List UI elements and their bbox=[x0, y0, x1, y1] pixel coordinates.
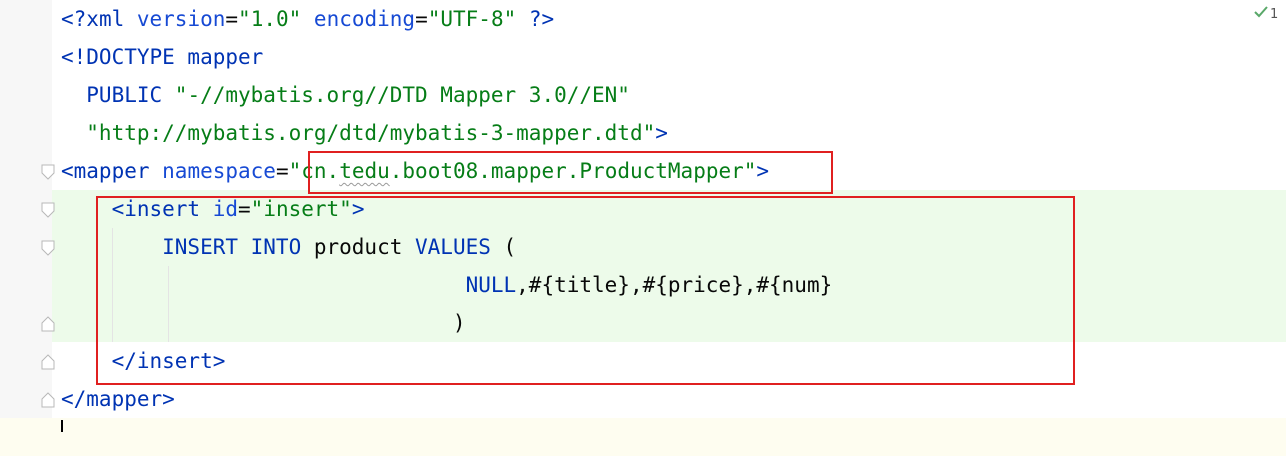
code-line[interactable]: <?xml version="1.0" encoding="UTF-8" ?> bbox=[0, 0, 1286, 38]
inspection-widget[interactable]: 1 bbox=[1254, 6, 1278, 22]
code-line[interactable] bbox=[0, 418, 1286, 456]
code-line[interactable]: PUBLIC "-//mybatis.org//DTD Mapper 3.0//… bbox=[0, 76, 1286, 114]
code-token: </mapper> bbox=[61, 387, 175, 411]
code-token: encoding bbox=[313, 7, 416, 31]
code-token: xml bbox=[86, 7, 137, 31]
annotation-box-insert bbox=[96, 196, 1075, 385]
code-token: "UTF-8" bbox=[427, 7, 517, 31]
check-icon bbox=[1254, 6, 1268, 22]
code-line[interactable]: "http://mybatis.org/dtd/mybatis-3-mapper… bbox=[0, 114, 1286, 152]
code-line-text: <!DOCTYPE mapper bbox=[61, 38, 263, 76]
code-line-text: "http://mybatis.org/dtd/mybatis-3-mapper… bbox=[61, 114, 668, 152]
code-token: ?> bbox=[528, 7, 555, 31]
code-token: <? bbox=[61, 7, 87, 31]
code-line-text: PUBLIC "-//mybatis.org//DTD Mapper 3.0//… bbox=[61, 76, 630, 114]
fold-marker-insert-icon[interactable] bbox=[40, 201, 56, 219]
inspection-count: 1 bbox=[1270, 6, 1279, 22]
code-token: version bbox=[136, 7, 226, 31]
code-token: "-//mybatis.org//DTD Mapper 3.0//EN" bbox=[174, 83, 630, 107]
code-token: <mapper bbox=[61, 159, 163, 183]
code-line[interactable]: <!DOCTYPE mapper bbox=[0, 38, 1286, 76]
fold-marker-mapper-icon[interactable] bbox=[40, 163, 56, 181]
code-token: PUBLIC bbox=[61, 83, 175, 107]
code-token: <!DOCTYPE mapper bbox=[61, 45, 264, 69]
code-token: namespace bbox=[162, 159, 276, 183]
code-line-text: </mapper> bbox=[61, 380, 175, 418]
code-token: = bbox=[415, 7, 428, 31]
code-token: = bbox=[275, 159, 289, 183]
code-token: "http://mybatis.org/dtd/mybatis-3-mapper… bbox=[61, 121, 656, 145]
fold-end-mapper-icon[interactable] bbox=[40, 391, 56, 409]
fold-end-sql-icon[interactable] bbox=[40, 315, 56, 333]
code-line-text: <?xml version="1.0" encoding="UTF-8" ?> bbox=[61, 0, 554, 38]
code-line[interactable]: </mapper> bbox=[0, 380, 1286, 418]
text-caret bbox=[61, 420, 63, 432]
code-token: "1.0" bbox=[238, 7, 302, 31]
annotation-box-namespace bbox=[308, 151, 833, 194]
fold-end-insert-icon[interactable] bbox=[40, 353, 56, 371]
code-token: = bbox=[225, 7, 239, 31]
code-token: > bbox=[655, 121, 668, 145]
fold-marker-sql-icon[interactable] bbox=[40, 239, 56, 257]
